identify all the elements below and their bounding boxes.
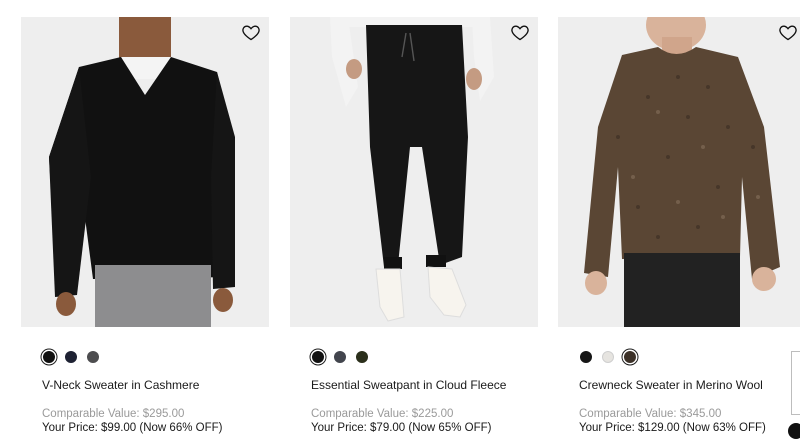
product-card: Essential Sweatpant in Cloud Fleece Comp…	[290, 17, 538, 434]
product-image-link[interactable]	[558, 17, 800, 327]
comparable-value: Comparable Value: $225.00	[311, 408, 454, 420]
sweatpant-image	[290, 17, 538, 327]
product-name-link[interactable]: Essential Sweatpant in Cloud Fleece	[311, 378, 538, 392]
color-swatches	[43, 351, 269, 365]
product-name-link[interactable]: V-Neck Sweater in Cashmere	[42, 378, 269, 392]
your-price: Your Price: $79.00 (Now 65% OFF)	[311, 422, 492, 434]
color-swatch[interactable]	[312, 351, 324, 363]
comparable-value: Comparable Value: $295.00	[42, 408, 185, 420]
your-price: Your Price: $129.00 (Now 63% OFF)	[579, 422, 766, 434]
color-swatches	[580, 351, 800, 365]
color-swatch[interactable]	[624, 351, 636, 363]
color-swatch[interactable]	[43, 351, 55, 363]
heart-icon[interactable]	[510, 22, 530, 42]
heart-icon[interactable]	[778, 22, 798, 42]
product-image-link[interactable]	[21, 17, 269, 327]
product-card: Crewneck Sweater in Merino Wool Comparab…	[558, 17, 800, 434]
color-swatch[interactable]	[602, 351, 614, 363]
color-swatch[interactable]	[356, 351, 368, 363]
your-price: Your Price: $99.00 (Now 66% OFF)	[42, 422, 223, 434]
product-card: V-Neck Sweater in Cashmere Comparable Va…	[21, 17, 269, 434]
crewneck-sweater-image	[558, 17, 800, 327]
next-card-edge	[791, 351, 800, 415]
comparable-value: Comparable Value: $345.00	[579, 408, 722, 420]
color-swatches	[312, 351, 538, 365]
color-swatch[interactable]	[87, 351, 99, 363]
color-swatch[interactable]	[580, 351, 592, 363]
heart-icon[interactable]	[241, 22, 261, 42]
v-neck-sweater-image	[21, 17, 269, 327]
chat-launcher-button[interactable]	[788, 423, 800, 439]
color-swatch[interactable]	[334, 351, 346, 363]
product-name-link[interactable]: Crewneck Sweater in Merino Wool	[579, 378, 800, 392]
color-swatch[interactable]	[65, 351, 77, 363]
product-image-link[interactable]	[290, 17, 538, 327]
